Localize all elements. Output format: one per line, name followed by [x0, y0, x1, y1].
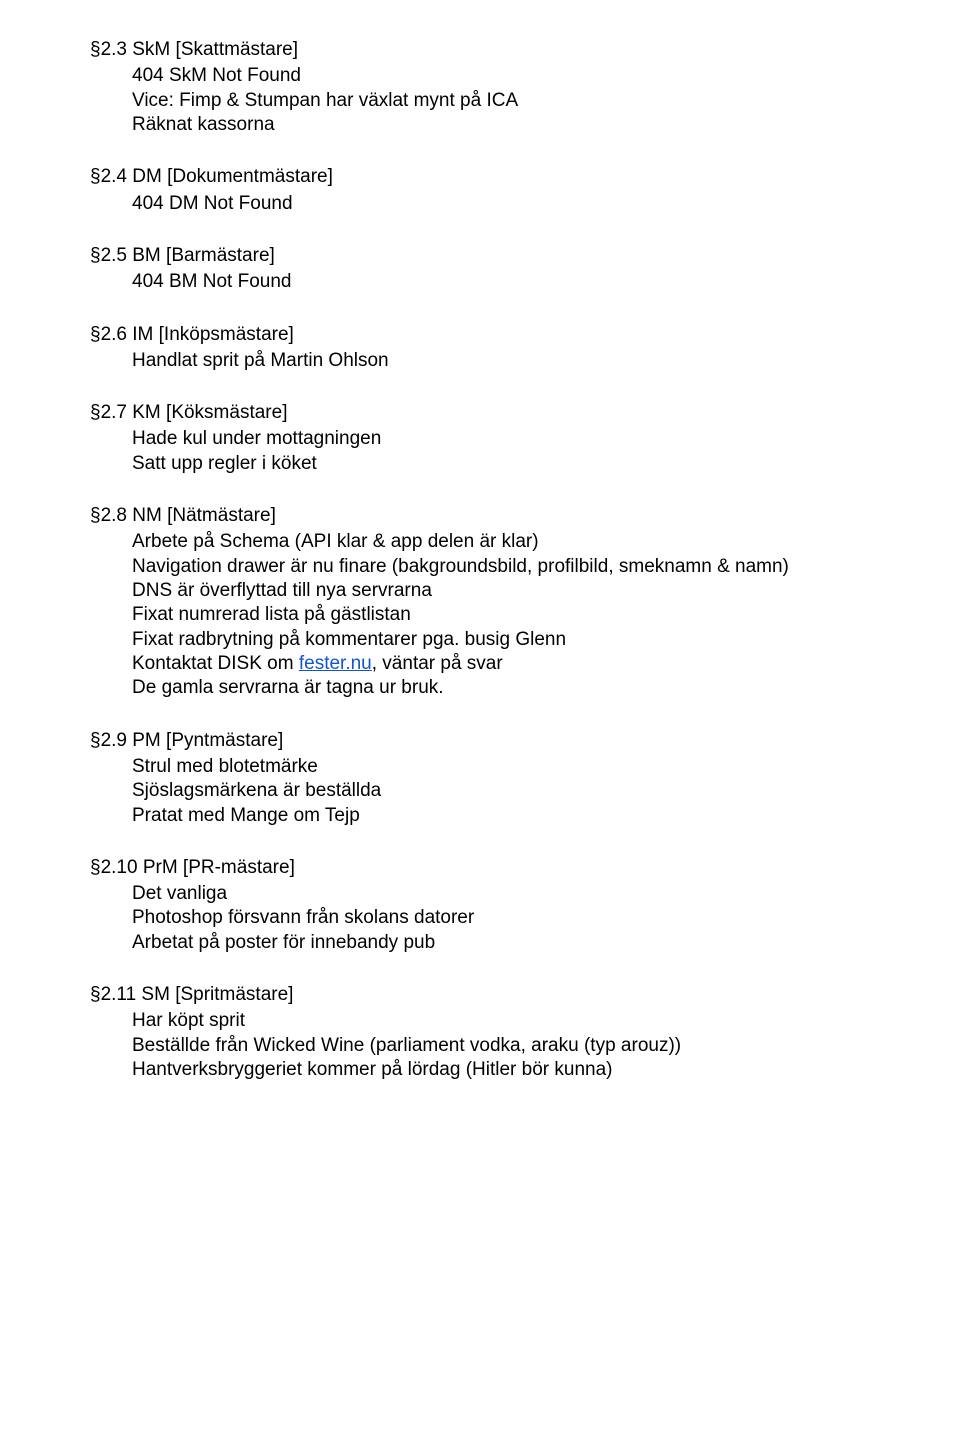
list-item: Photoshop försvann från skolans datorer	[132, 906, 946, 930]
section-heading: §2.8 NM [Nätmästare]	[90, 504, 946, 528]
section-heading: §2.6 IM [Inköpsmästare]	[90, 323, 946, 347]
section: §2.9 PM [Pyntmästare]Strul med blotetmär…	[90, 729, 946, 828]
section-items: Det vanliga Photoshop försvann från skola…	[90, 882, 946, 955]
section: §2.10 PrM [PR-mästare] Det vanliga Photosh…	[90, 856, 946, 955]
text-run: 404 SkM Not Found	[132, 65, 301, 86]
text-run: Sjöslagsmärkena är beställda	[132, 780, 381, 801]
list-item: Beställde från Wicked Wine (parliament v…	[132, 1034, 946, 1058]
section-items: 404 SkM Not Found Vice: Fimp & Stumpan ha…	[90, 64, 946, 137]
link[interactable]: fester.nu	[299, 653, 372, 674]
list-item: Fixat radbrytning på kommentarer pga. bu…	[132, 628, 946, 652]
list-item: Satt upp regler i köket	[132, 452, 946, 476]
list-item: Arbetat på poster för innebandy pub	[132, 931, 946, 955]
list-item: Kontaktat DISK om fester.nu, väntar på s…	[132, 652, 946, 676]
list-item: Räknat kassorna	[132, 113, 946, 137]
section-heading: §2.4 DM [Dokumentmästare]	[90, 165, 946, 189]
list-item: Arbete på Schema (API klar & app delen ä…	[132, 530, 946, 554]
list-item: 404 BM Not Found	[132, 270, 946, 294]
list-item: 404 DM Not Found	[132, 192, 946, 216]
text-run: Arbetat på poster för innebandy pub	[132, 932, 435, 953]
section-items: Handlat sprit på Martin Ohlson	[90, 349, 946, 373]
text-run: Fixat radbrytning på kommentarer pga. bu…	[132, 629, 566, 650]
text-run: Arbete på Schema (API klar & app delen ä…	[132, 531, 539, 552]
document-body: §2.3 SkM [Skattmästare]404 SkM Not Found…	[90, 38, 946, 1082]
text-run: Har köpt sprit	[132, 1010, 245, 1031]
list-item: Handlat sprit på Martin Ohlson	[132, 349, 946, 373]
list-item: Sjöslagsmärkena är beställda	[132, 779, 946, 803]
section: §2.5 BM [Barmästare] 404 BM Not Found	[90, 244, 946, 295]
section: §2.7 KM [Köksmästare]Hade kul under mott…	[90, 401, 946, 476]
section-items: 404 BM Not Found	[90, 270, 946, 294]
section: §2.6 IM [Inköpsmästare] Handlat sprit på …	[90, 323, 946, 374]
text-run: Räknat kassorna	[132, 114, 275, 135]
text-run: Fixat numrerad lista på gästlistan	[132, 604, 411, 625]
text-run: Hantverksbryggeriet kommer på lördag (Hi…	[132, 1059, 612, 1080]
section-items: Har köpt sprit Beställde från Wicked Wine…	[90, 1009, 946, 1082]
text-run: Photoshop försvann från skolans datorer	[132, 907, 474, 928]
list-item: 404 SkM Not Found	[132, 64, 946, 88]
text-run: DNS är överflyttad till nya servrarna	[132, 580, 432, 601]
list-item: Det vanliga	[132, 882, 946, 906]
section-items: Arbete på Schema (API klar & app delen ä…	[90, 530, 946, 700]
section-heading: §2.9 PM [Pyntmästare]	[90, 729, 946, 753]
text-run: , väntar på svar	[372, 653, 503, 674]
text-run: Satt upp regler i köket	[132, 453, 317, 474]
section: §2.3 SkM [Skattmästare]404 SkM Not Found…	[90, 38, 946, 137]
list-item: Pratat med Mange om Tejp	[132, 804, 946, 828]
list-item: Hade kul under mottagningen	[132, 427, 946, 451]
list-item: Strul med blotetmärke	[132, 755, 946, 779]
section-items: 404 DM Not Found	[90, 192, 946, 216]
section: §2.11 SM [Spritmästare] Har köpt sprit Bes…	[90, 983, 946, 1082]
section-items: Strul med blotetmärke Sjöslagsmärkena är …	[90, 755, 946, 828]
text-run: De gamla servrarna är tagna ur bruk.	[132, 677, 444, 698]
text-run: Hade kul under mottagningen	[132, 428, 381, 449]
list-item: Fixat numrerad lista på gästlistan	[132, 603, 946, 627]
text-run: Vice: Fimp & Stumpan har växlat mynt på …	[132, 90, 518, 111]
text-run: Det vanliga	[132, 883, 227, 904]
list-item: DNS är överflyttad till nya servrarna	[132, 579, 946, 603]
section: §2.4 DM [Dokumentmästare] 404 DM Not Foun…	[90, 165, 946, 216]
text-run: Navigation drawer är nu finare (bakgroun…	[132, 556, 789, 577]
text-run: 404 BM Not Found	[132, 271, 291, 292]
section: §2.8 NM [Nätmästare] Arbete på Schema (AP…	[90, 504, 946, 701]
text-run: Pratat med Mange om Tejp	[132, 805, 360, 826]
text-run: Handlat sprit på Martin Ohlson	[132, 350, 389, 371]
section-heading: §2.7 KM [Köksmästare]	[90, 401, 946, 425]
list-item: Har köpt sprit	[132, 1009, 946, 1033]
text-run: Kontaktat DISK om	[132, 653, 299, 674]
list-item: Hantverksbryggeriet kommer på lördag (Hi…	[132, 1058, 946, 1082]
list-item: Vice: Fimp & Stumpan har växlat mynt på …	[132, 89, 946, 113]
section-heading: §2.10 PrM [PR-mästare]	[90, 856, 946, 880]
section-heading: §2.11 SM [Spritmästare]	[90, 983, 946, 1007]
section-heading: §2.3 SkM [Skattmästare]	[90, 38, 946, 62]
list-item: Navigation drawer är nu finare (bakgroun…	[132, 555, 946, 579]
text-run: Beställde från Wicked Wine (parliament v…	[132, 1035, 681, 1056]
section-items: Hade kul under mottagningen Satt upp regl…	[90, 427, 946, 476]
text-run: 404 DM Not Found	[132, 193, 293, 214]
list-item: De gamla servrarna är tagna ur bruk.	[132, 676, 946, 700]
text-run: Strul med blotetmärke	[132, 756, 318, 777]
section-heading: §2.5 BM [Barmästare]	[90, 244, 946, 268]
